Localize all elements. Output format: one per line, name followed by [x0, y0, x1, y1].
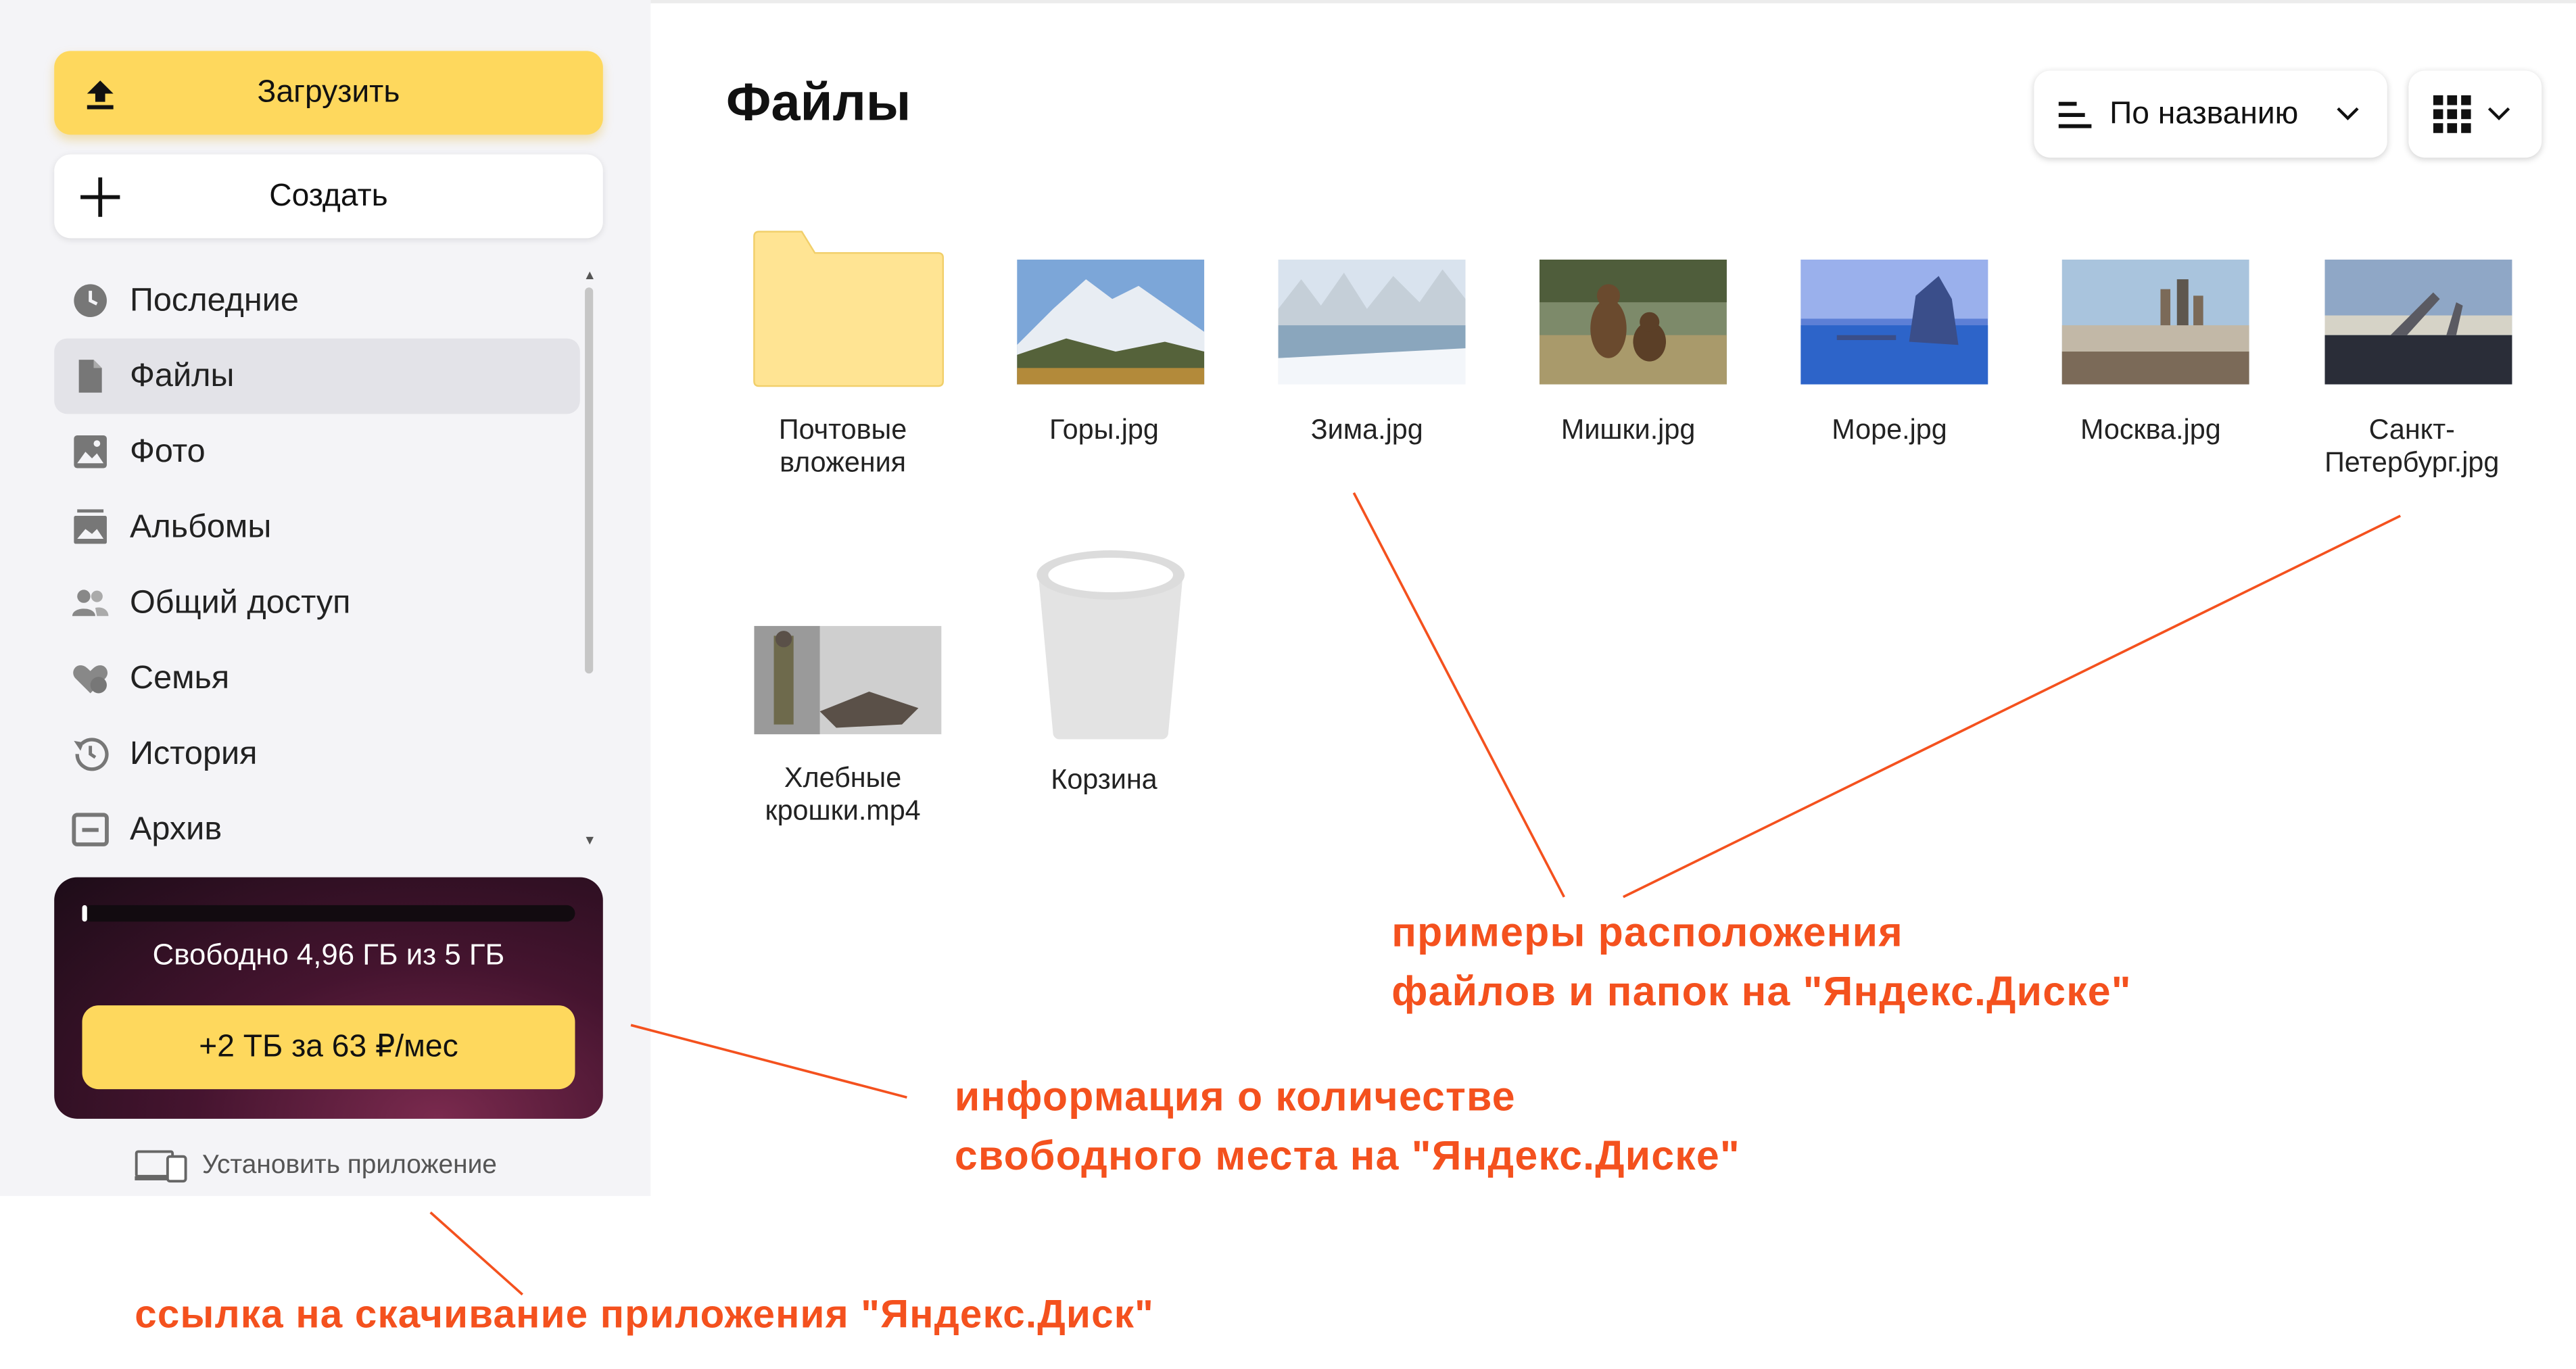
annotation-line: свободного места на "Яндекс.Диске" [954, 1133, 1740, 1180]
screen: Загрузить Создать Последние Файлы Фото А… [0, 0, 2576, 1337]
annotation-storage: информация о количестве свободного места… [955, 1068, 1740, 1186]
annotation-line: информация о количестве [954, 1074, 1516, 1121]
annotation-line: файлов и папок на "Яндекс.Диске" [1391, 969, 2132, 1015]
annotation-line: примеры расположения [1391, 910, 1903, 957]
annotation-files: примеры расположения файлов и папок на "… [1391, 904, 2132, 1022]
annotation-app-link: ссылка на скачивание приложения "Яндекс.… [135, 1293, 1155, 1338]
